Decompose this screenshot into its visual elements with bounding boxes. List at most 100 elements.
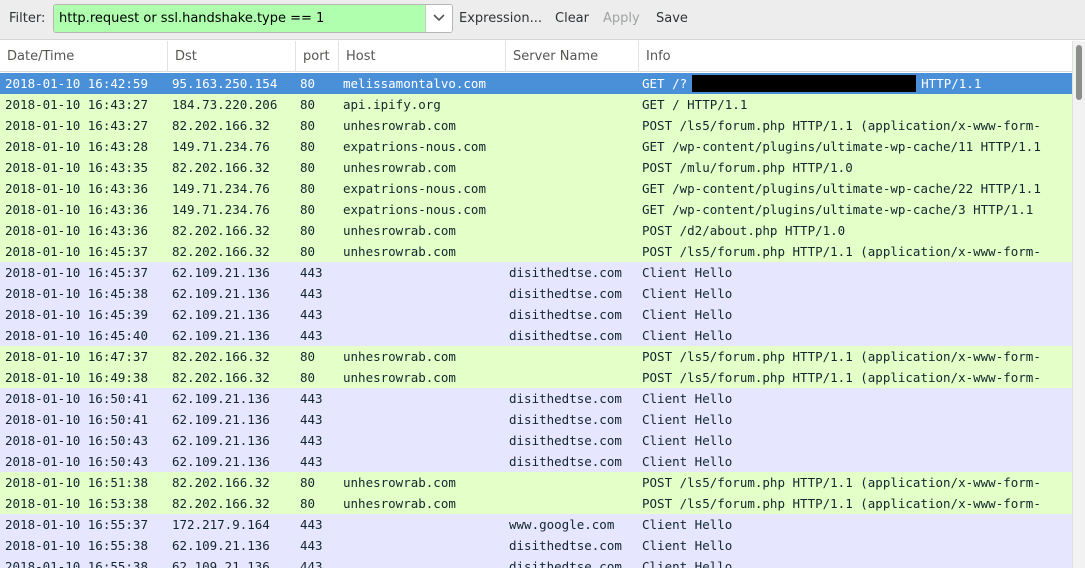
packet-row[interactable]: 2018-01-10 16:49:38 82.202.166.32 80 unhesr… xyxy=(0,367,1072,388)
packet-row[interactable]: 2018-01-10 16:51:38 82.202.166.32 80 unhesr… xyxy=(0,472,1072,493)
cell-datetime: 2018-01-10 16:55:38 xyxy=(5,538,148,553)
cell-host xyxy=(343,430,503,451)
cell-datetime: 2018-01-10 16:49:38 xyxy=(5,370,148,385)
packet-row[interactable]: 2018-01-10 16:50:41 62.109.21.136 443 disit… xyxy=(0,388,1072,409)
cell-server-name: disithedtse.com xyxy=(509,391,622,406)
cell-info: GET /wp-content/plugins/ultimate-wp-cach… xyxy=(642,202,1034,217)
cell-port: 80 xyxy=(300,160,316,175)
cell-host: unhesrowrab.com xyxy=(343,160,456,175)
packet-row[interactable]: 2018-01-10 16:55:38 62.109.21.136 443 disit… xyxy=(0,535,1072,556)
cell-dst: 62.109.21.136 xyxy=(172,433,270,448)
cell-info: GET /wp-content/plugins/ultimate-wp-cach… xyxy=(642,181,1041,196)
cell-info: POST /d2/about.php HTTP/1.0 xyxy=(642,223,846,238)
cell-datetime: 2018-01-10 16:51:38 xyxy=(5,475,148,490)
column-header-datetime[interactable]: Date/Time xyxy=(0,41,167,72)
cell-host: unhesrowrab.com xyxy=(343,118,456,133)
packet-row[interactable]: 2018-01-10 16:43:36 82.202.166.32 80 unhesr… xyxy=(0,220,1072,241)
cell-server-name xyxy=(509,220,635,241)
cell-host: melissamontalvo.com xyxy=(343,76,486,91)
packet-row[interactable]: 2018-01-10 16:55:37 172.217.9.164 443 www.g… xyxy=(0,514,1072,535)
cell-port: 80 xyxy=(300,349,316,364)
column-header-server-name[interactable]: Server Name xyxy=(505,41,638,72)
cell-server-name xyxy=(509,73,635,94)
clear-button[interactable]: Clear xyxy=(555,11,589,26)
cell-dst: 82.202.166.32 xyxy=(172,475,270,490)
packet-row[interactable]: 2018-01-10 16:45:40 62.109.21.136 443 disit… xyxy=(0,325,1072,346)
column-header-info[interactable]: Info xyxy=(638,41,1072,72)
cell-datetime: 2018-01-10 16:43:36 xyxy=(5,181,148,196)
cell-info: Client Hello xyxy=(642,517,733,532)
save-button[interactable]: Save xyxy=(656,11,688,26)
cell-info: Client Hello xyxy=(642,538,733,553)
column-header-port[interactable]: port xyxy=(295,41,338,72)
cell-host: unhesrowrab.com xyxy=(343,244,456,259)
packet-row[interactable]: 2018-01-10 16:43:27 184.73.220.206 80 api.i… xyxy=(0,94,1072,115)
packet-row[interactable]: 2018-01-10 16:43:36 149.71.234.76 80 expatr… xyxy=(0,199,1072,220)
cell-datetime: 2018-01-10 16:42:59 xyxy=(5,76,148,91)
cell-info: Client Hello xyxy=(642,433,733,448)
packet-row[interactable]: 2018-01-10 16:43:36 149.71.234.76 80 expatr… xyxy=(0,178,1072,199)
scrollbar-thumb[interactable] xyxy=(1076,45,1082,100)
cell-datetime: 2018-01-10 16:43:36 xyxy=(5,223,148,238)
packet-row[interactable]: 2018-01-10 16:43:27 82.202.166.32 80 unhesr… xyxy=(0,115,1072,136)
cell-datetime: 2018-01-10 16:45:37 xyxy=(5,265,148,280)
filter-input[interactable] xyxy=(54,5,425,32)
cell-host xyxy=(343,283,503,304)
packet-row[interactable]: 2018-01-10 16:50:41 62.109.21.136 443 disit… xyxy=(0,409,1072,430)
packet-row[interactable]: 2018-01-10 16:43:35 82.202.166.32 80 unhesr… xyxy=(0,157,1072,178)
cell-port: 443 xyxy=(300,517,323,532)
cell-server-name xyxy=(509,136,635,157)
cell-dst: 62.109.21.136 xyxy=(172,391,270,406)
cell-datetime: 2018-01-10 16:53:38 xyxy=(5,496,148,511)
column-header-host[interactable]: Host xyxy=(338,41,505,72)
expression-button[interactable]: Expression... xyxy=(459,11,542,26)
cell-info: GET /wp-content/plugins/ultimate-wp-cach… xyxy=(642,139,1041,154)
cell-dst: 82.202.166.32 xyxy=(172,496,270,511)
packet-row[interactable]: 2018-01-10 16:50:43 62.109.21.136 443 disit… xyxy=(0,451,1072,472)
packet-row[interactable]: 2018-01-10 16:45:37 62.109.21.136 443 disit… xyxy=(0,262,1072,283)
filter-dropdown-button[interactable] xyxy=(425,5,452,32)
cell-info: GET /? HTTP/1.1 xyxy=(642,73,1072,94)
cell-server-name: disithedtse.com xyxy=(509,307,622,322)
packet-row[interactable]: 2018-01-10 16:53:38 82.202.166.32 80 unhesr… xyxy=(0,493,1072,514)
cell-info: POST /ls5/forum.php HTTP/1.1 (applicatio… xyxy=(642,475,1041,490)
cell-port: 443 xyxy=(300,538,323,553)
cell-info: POST /ls5/forum.php HTTP/1.1 (applicatio… xyxy=(642,244,1041,259)
cell-host xyxy=(343,409,503,430)
filter-combobox[interactable] xyxy=(53,4,453,33)
column-header-dst[interactable]: Dst xyxy=(167,41,295,72)
cell-datetime: 2018-01-10 16:45:37 xyxy=(5,244,148,259)
cell-port: 443 xyxy=(300,265,323,280)
cell-info: POST /ls5/forum.php HTTP/1.1 (applicatio… xyxy=(642,118,1041,133)
cell-datetime: 2018-01-10 16:43:36 xyxy=(5,202,148,217)
cell-dst: 95.163.250.154 xyxy=(172,76,278,91)
packet-row[interactable]: 2018-01-10 16:55:38 62.109.21.136 443 disit… xyxy=(0,556,1072,568)
packet-row[interactable]: 2018-01-10 16:42:59 95.163.250.154 80 melis… xyxy=(0,73,1072,94)
cell-port: 80 xyxy=(300,202,316,217)
packet-row[interactable]: 2018-01-10 16:50:43 62.109.21.136 443 disit… xyxy=(0,430,1072,451)
info-text-tail: HTTP/1.1 xyxy=(921,76,982,91)
cell-port: 80 xyxy=(300,118,316,133)
cell-server-name: disithedtse.com xyxy=(509,538,622,553)
packet-row[interactable]: 2018-01-10 16:45:37 82.202.166.32 80 unhesr… xyxy=(0,241,1072,262)
cell-port: 443 xyxy=(300,328,323,343)
cell-host: expatrions-nous.com xyxy=(343,139,486,154)
cell-dst: 172.217.9.164 xyxy=(172,517,270,532)
cell-server-name xyxy=(509,157,635,178)
packet-row[interactable]: 2018-01-10 16:45:39 62.109.21.136 443 disit… xyxy=(0,304,1072,325)
cell-host xyxy=(343,388,503,409)
cell-host: expatrions-nous.com xyxy=(343,181,486,196)
packet-row[interactable]: 2018-01-10 16:47:37 82.202.166.32 80 unhesr… xyxy=(0,346,1072,367)
info-text: GET /? xyxy=(642,76,688,91)
apply-button[interactable]: Apply xyxy=(603,11,640,26)
cell-port: 80 xyxy=(300,139,316,154)
packet-row[interactable]: 2018-01-10 16:45:38 62.109.21.136 443 disit… xyxy=(0,283,1072,304)
cell-server-name xyxy=(509,346,635,367)
packet-row[interactable]: 2018-01-10 16:43:28 149.71.234.76 80 expatr… xyxy=(0,136,1072,157)
cell-port: 443 xyxy=(300,286,323,301)
cell-dst: 62.109.21.136 xyxy=(172,328,270,343)
cell-server-name xyxy=(509,241,635,262)
cell-datetime: 2018-01-10 16:43:27 xyxy=(5,97,148,112)
vertical-scrollbar[interactable] xyxy=(1072,41,1085,568)
cell-info: Client Hello xyxy=(642,454,733,469)
